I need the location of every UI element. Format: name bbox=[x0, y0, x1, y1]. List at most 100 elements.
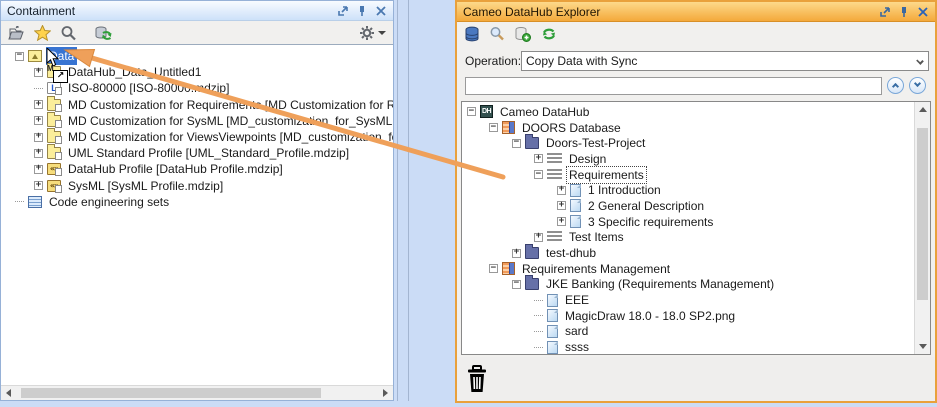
search-icon[interactable] bbox=[489, 26, 505, 42]
collapse-icon[interactable]: − bbox=[489, 263, 498, 274]
datahub-toolbar bbox=[457, 22, 935, 46]
collapse-icon[interactable]: − bbox=[512, 138, 521, 148]
tree-leader bbox=[34, 87, 43, 89]
expand-icon[interactable]: + bbox=[557, 185, 566, 195]
tree-item-introduction[interactable]: + 1 Introduction bbox=[462, 182, 930, 198]
scroll-up-icon[interactable] bbox=[915, 102, 930, 117]
collapse-icon[interactable]: − bbox=[534, 169, 543, 180]
drag-arrow-icon: ↗ bbox=[56, 71, 65, 81]
float-icon[interactable] bbox=[879, 6, 891, 18]
pin-icon[interactable] bbox=[356, 5, 368, 17]
sync-database-icon[interactable] bbox=[94, 25, 112, 41]
pin-icon[interactable] bbox=[898, 6, 910, 18]
tree-item-cameo-datahub[interactable]: − DH Cameo DataHub bbox=[462, 104, 930, 120]
panel-title: Containment bbox=[7, 3, 76, 18]
tree-leader bbox=[534, 346, 543, 348]
filter-input[interactable] bbox=[465, 76, 882, 95]
tree-item-requirements[interactable]: − Requirements bbox=[462, 165, 930, 184]
code-engineering-icon bbox=[28, 195, 42, 208]
collapse-icon[interactable]: − bbox=[15, 51, 24, 61]
datahub-tree: − DH Cameo DataHub − DOORS Database − Do… bbox=[461, 101, 931, 355]
search-row bbox=[457, 76, 935, 95]
tree-item-md-customization-viewsviewpoints[interactable]: + MD Customization for ViewsViewpoints [… bbox=[1, 128, 393, 145]
refresh-icon[interactable] bbox=[540, 26, 558, 42]
stereotype-glyph: «» bbox=[49, 164, 59, 174]
tree-item-datahub-profile[interactable]: + «» DataHub Profile [DataHub Profile.md… bbox=[1, 161, 393, 177]
expand-icon[interactable]: + bbox=[34, 132, 43, 142]
expand-icon[interactable]: + bbox=[534, 153, 543, 164]
trash-icon[interactable] bbox=[465, 365, 489, 395]
expand-icon[interactable]: + bbox=[34, 148, 43, 158]
tree-item-test-dhub[interactable]: + test-dhub bbox=[462, 244, 930, 261]
expand-icon[interactable]: + bbox=[557, 200, 566, 211]
folder-icon bbox=[47, 111, 62, 128]
expand-icon[interactable]: + bbox=[34, 180, 43, 191]
document-icon bbox=[547, 340, 558, 354]
document-icon bbox=[547, 293, 558, 307]
tree-item-code-engineering-sets[interactable]: Code engineering sets bbox=[1, 194, 393, 210]
expand-icon[interactable]: + bbox=[557, 216, 566, 227]
expand-icon[interactable]: + bbox=[34, 115, 43, 126]
doors-database-icon bbox=[502, 121, 515, 135]
favorites-star-icon[interactable] bbox=[34, 25, 51, 41]
tree-item-design[interactable]: + Design bbox=[462, 151, 930, 167]
gear-dropdown-icon[interactable] bbox=[378, 31, 386, 35]
collapse-icon[interactable]: − bbox=[512, 279, 521, 289]
expand-icon[interactable]: + bbox=[534, 232, 543, 242]
tree-item-jke-banking[interactable]: − JKE Banking (Requirements Management) bbox=[462, 275, 930, 293]
tree-item-requirements-management[interactable]: − Requirements Management bbox=[462, 261, 930, 277]
tree-item-magicdraw-png[interactable]: MagicDraw 18.0 - 18.0 SP2.png bbox=[462, 308, 930, 324]
add-database-icon[interactable] bbox=[514, 26, 531, 42]
scroll-down-icon[interactable] bbox=[915, 339, 930, 354]
operation-select[interactable]: Copy Data with Sync bbox=[521, 50, 929, 71]
vertical-scrollbar[interactable] bbox=[914, 102, 930, 354]
project-folder-icon bbox=[525, 134, 539, 150]
find-previous-button[interactable] bbox=[887, 77, 904, 94]
expand-icon[interactable]: + bbox=[34, 67, 43, 77]
scroll-left-icon[interactable] bbox=[1, 386, 16, 400]
document-icon bbox=[570, 215, 581, 229]
tree-leader bbox=[534, 330, 543, 332]
tree-item-test-items[interactable]: + Test Items bbox=[462, 230, 930, 246]
tree-item-md-customization-requirements[interactable]: + MD Customization for Requirements [MD … bbox=[1, 95, 393, 113]
float-icon[interactable] bbox=[337, 5, 349, 17]
project-folder-icon bbox=[525, 244, 539, 260]
folder-icon bbox=[47, 128, 62, 145]
search-icon[interactable] bbox=[60, 25, 77, 41]
tree-item-sard[interactable]: sard bbox=[462, 324, 930, 340]
operation-row: Operation: Copy Data with Sync bbox=[457, 50, 935, 71]
tree-item-general-description[interactable]: + 2 General Description bbox=[462, 198, 930, 214]
tree-item-doors-database[interactable]: − DOORS Database bbox=[462, 120, 930, 136]
tree-item-md-customization-sysml[interactable]: + MD Customization for SysML [MD_customi… bbox=[1, 111, 393, 129]
database-icon[interactable] bbox=[464, 26, 480, 42]
containment-tree: − Data + DataHub_Data_Untitled1 L ISO-80… bbox=[1, 44, 393, 400]
collapse-icon[interactable]: − bbox=[489, 122, 498, 133]
horizontal-scrollbar[interactable] bbox=[1, 385, 393, 400]
chevron-down-icon bbox=[913, 79, 922, 88]
containment-toolbar bbox=[1, 21, 393, 45]
close-icon[interactable] bbox=[917, 6, 929, 18]
tree-leader bbox=[15, 201, 24, 203]
find-next-button[interactable] bbox=[909, 77, 926, 94]
close-icon[interactable] bbox=[375, 5, 387, 17]
open-icon[interactable] bbox=[8, 25, 25, 41]
stereotype-icon: «» bbox=[47, 179, 62, 193]
expand-icon[interactable]: + bbox=[34, 164, 43, 174]
scroll-right-icon[interactable] bbox=[378, 386, 393, 400]
expand-icon[interactable]: + bbox=[512, 248, 521, 258]
document-icon bbox=[547, 309, 558, 323]
panel-splitter[interactable] bbox=[397, 0, 409, 401]
tree-item-doors-test-project[interactable]: − Doors-Test-Project bbox=[462, 134, 930, 151]
expand-icon[interactable]: + bbox=[34, 99, 43, 110]
datahub-footer bbox=[457, 357, 935, 401]
containment-titlebar: Containment bbox=[1, 1, 393, 21]
tree-item-uml-standard-profile[interactable]: + UML Standard Profile [UML_Standard_Pro… bbox=[1, 144, 393, 161]
tree-item-ssss[interactable]: ssss bbox=[462, 339, 930, 354]
gear-icon[interactable] bbox=[359, 25, 375, 41]
tree-item-sysml-profile[interactable]: + «» SysML [SysML Profile.mdzip] bbox=[1, 178, 393, 194]
tree-item-eee[interactable]: EEE bbox=[462, 292, 930, 308]
scrollbar-thumb[interactable] bbox=[917, 128, 928, 300]
scrollbar-thumb[interactable] bbox=[21, 388, 321, 398]
collapse-icon[interactable]: − bbox=[467, 106, 476, 117]
tree-item-specific-requirements[interactable]: + 3 Specific requirements bbox=[462, 214, 930, 230]
